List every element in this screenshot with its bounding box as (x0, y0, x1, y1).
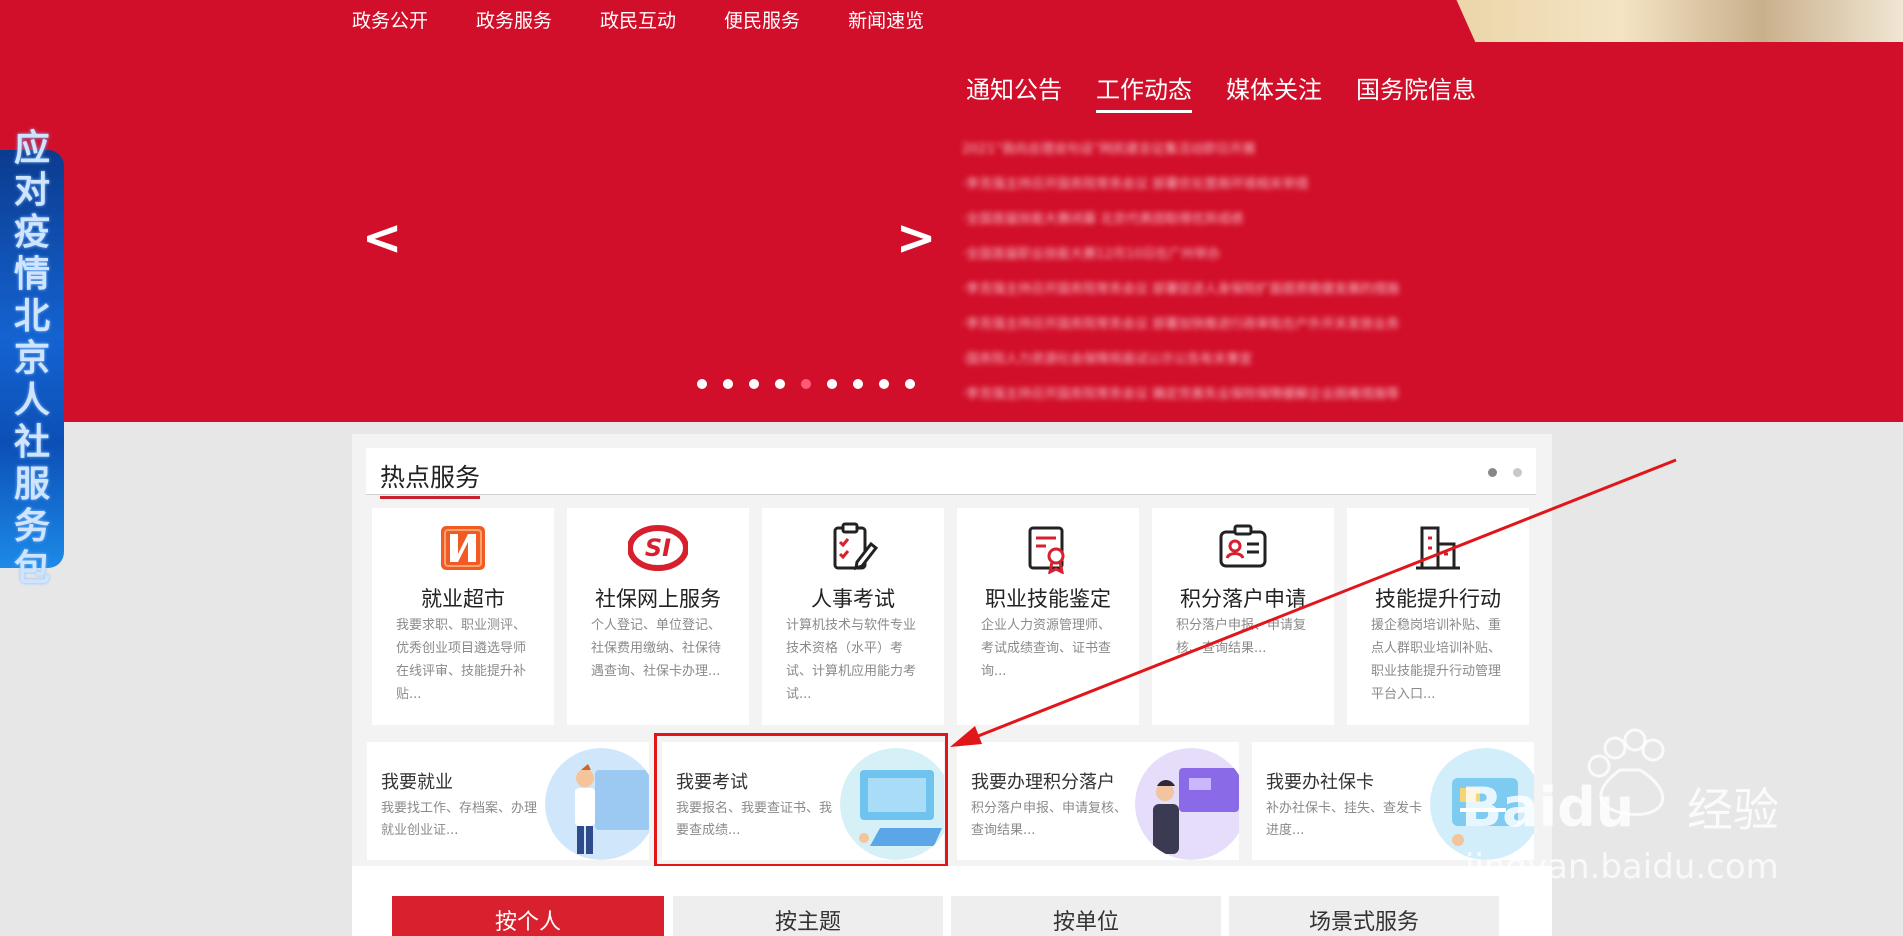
news-item[interactable]: ·国务院人力资源社会保障局面试公示公告有关事宜 (962, 342, 1482, 377)
card-title: 积分落户申请 (1180, 587, 1306, 611)
nav-item-gov-services[interactable]: 政务服务 (476, 6, 552, 33)
quick-desc: 补办社保卡、挂失、查发卡进度... (1266, 801, 1423, 838)
header-photo (1456, 0, 1903, 42)
carousel-dot[interactable] (775, 379, 785, 389)
card-desc: 计算机技术与软件专业技术资格（水平）考试、计算机应用能力考试... (786, 618, 917, 702)
quick-link-employment[interactable]: 我要就业 我要找工作、存档案、办理就业创业证... (367, 742, 649, 860)
badge-char: 包 (13, 548, 50, 589)
card-title: 人事考试 (811, 587, 895, 611)
carousel-prev-button[interactable]: < (362, 210, 402, 266)
top-navigation: 政务公开 政务服务 政民互动 便民服务 新闻速览 (352, 6, 924, 33)
covid-service-badge[interactable]: 应 对 疫 情 北 京 人 社 服 务 包 (0, 131, 64, 587)
carousel-dot[interactable] (749, 379, 759, 389)
hot-services-header: 热点服务 (366, 448, 1536, 499)
presenter-illustration-icon (1135, 748, 1239, 860)
carousel-dots (697, 379, 915, 389)
building-icon (1416, 526, 1460, 570)
watermark-brand-text: Baidu (1461, 776, 1634, 839)
watermark-cn-text: 经验 (1687, 783, 1779, 837)
quick-title: 我要办理积分落户 (971, 772, 1115, 793)
news-item[interactable]: ·全国首届技能大赛闭幕 北京代表团取得优异成绩 (962, 202, 1482, 237)
baidu-watermark-logo: Baidu 经验 jingyan.baidu.com (1461, 728, 1779, 887)
card-desc: 援企稳岗培训补贴、重点人群职业培训补贴、职业技能提升行动管理平台入口... (1371, 618, 1502, 702)
tab-work-updates[interactable]: 工作动态 (1096, 70, 1192, 113)
carousel-dot[interactable] (827, 379, 837, 389)
news-tabs: 通知公告 工作动态 媒体关注 国务院信息 (966, 70, 1476, 113)
social-insurance-logo-icon: SI (628, 525, 688, 571)
tab-by-individual[interactable]: 按个人 (392, 896, 664, 936)
badge-char: 疫 (13, 212, 50, 253)
service-card-job-market[interactable]: 就业超市 我要求职、职业测评、优秀创业项目遴选导师在线评审、技能提升补贴... (372, 508, 554, 725)
job-market-icon (441, 526, 485, 570)
badge-char: 务 (13, 506, 50, 547)
tab-notices[interactable]: 通知公告 (966, 70, 1062, 113)
hot-services-pager (1488, 468, 1522, 477)
card-title: 职业技能鉴定 (985, 587, 1111, 611)
quick-desc: 我要找工作、存档案、办理就业创业证... (381, 801, 538, 838)
carousel-dot[interactable] (905, 379, 915, 389)
badge-char: 人 (13, 380, 50, 421)
card-desc: 企业人力资源管理师、考试成绩查询、证书查询... (981, 618, 1112, 679)
nav-item-interaction[interactable]: 政民互动 (600, 6, 676, 33)
service-card-personnel-exam[interactable]: 人事考试 计算机技术与软件专业技术资格（水平）考试、计算机应用能力考试... (762, 508, 944, 725)
service-card-social-insurance[interactable]: SI 社保网上服务 个人登记、单位登记、社保费用缴纳、社保待遇查询、社保卡办理.… (567, 508, 749, 725)
id-card-icon (1219, 524, 1267, 568)
watermark-url-text: jingyan.baidu.com (1464, 847, 1779, 887)
carousel-dot[interactable] (879, 379, 889, 389)
badge-char: 服 (13, 464, 50, 505)
carousel-dot[interactable] (697, 379, 707, 389)
tab-scenario-services[interactable]: 场景式服务 (1229, 896, 1499, 936)
tab-state-council[interactable]: 国务院信息 (1356, 70, 1476, 113)
news-item[interactable]: 2021“我向总理说句话”网民建言征集活动即日开展 (962, 132, 1482, 167)
pager-dot-active[interactable] (1488, 468, 1497, 477)
hot-services-title: 热点服务 (380, 458, 481, 499)
quick-title: 我要就业 (381, 772, 453, 793)
badge-char: 京 (13, 338, 50, 379)
annotation-highlight-box (654, 733, 948, 867)
card-title: 技能提升行动 (1375, 587, 1501, 611)
nav-item-open-gov[interactable]: 政务公开 (352, 6, 428, 33)
badge-char: 应 (13, 128, 50, 169)
tab-media[interactable]: 媒体关注 (1226, 70, 1322, 113)
tab-by-topic[interactable]: 按主题 (673, 896, 943, 936)
tab-by-employer[interactable]: 按单位 (951, 896, 1221, 936)
carousel-dot[interactable] (853, 379, 863, 389)
certificate-icon (1028, 526, 1065, 574)
news-item[interactable]: ·全国首届职业技能大赛12月10日在广州举办 (962, 237, 1482, 272)
news-item[interactable]: ·李克强主持召开国务院常务会议 部署加快推进行政审批在户外开关发放业务 (962, 307, 1482, 342)
badge-char: 社 (13, 422, 50, 463)
news-item[interactable]: ·李克强主持召开国务院常务会议 部署促进人身保险扩面提质稳健发展的措施 (962, 272, 1482, 307)
service-card-skill-upgrade[interactable]: 技能提升行动 援企稳岗培训补贴、重点人群职业培训补贴、职业技能提升行动管理平台入… (1347, 508, 1529, 725)
card-desc: 我要求职、职业测评、优秀创业项目遴选导师在线评审、技能提升补贴... (396, 618, 527, 702)
badge-char: 对 (13, 170, 50, 211)
quick-desc: 积分落户申报、申请复核、查询结果... (971, 801, 1128, 838)
carousel-dot-active[interactable] (801, 379, 811, 389)
svg-text:SI: SI (645, 534, 671, 562)
card-title: 就业超市 (421, 587, 505, 611)
businessman-illustration-icon (545, 748, 649, 860)
nav-item-news[interactable]: 新闻速览 (848, 6, 924, 33)
card-desc: 个人登记、单位登记、社保费用缴纳、社保待遇查询、社保卡办理... (591, 618, 722, 679)
card-desc: 积分落户申报、申请复核、查询结果... (1176, 618, 1307, 656)
badge-char: 北 (13, 296, 50, 337)
nav-item-public-services[interactable]: 便民服务 (724, 6, 800, 33)
news-list: 2021“我向总理说句话”网民建言征集活动即日开展 ·李克强主持召开国务院常务会… (962, 132, 1482, 412)
badge-char: 情 (13, 254, 50, 295)
carousel-dot[interactable] (723, 379, 733, 389)
service-card-points-settlement[interactable]: 积分落户申请 积分落户申报、申请复核、查询结果... (1152, 508, 1334, 725)
carousel-next-button[interactable]: > (896, 210, 936, 266)
news-item[interactable]: ·李克强主持召开国务院常务会议 部署优化营商环境相关举措 (962, 167, 1482, 202)
clipboard-pen-icon (833, 522, 879, 571)
card-title: 社保网上服务 (595, 587, 721, 611)
service-card-skill-appraisal[interactable]: 职业技能鉴定 企业人力资源管理师、考试成绩查询、证书查询... (957, 508, 1139, 725)
hero-banner (0, 0, 1903, 422)
quick-title: 我要办社保卡 (1266, 772, 1374, 793)
quick-link-points-settlement[interactable]: 我要办理积分落户 积分落户申报、申请复核、查询结果... (957, 742, 1239, 860)
news-item[interactable]: ·李克强主持召开国务院常务会议 确定完善失业保险保障缓解企业困难措施等 (962, 377, 1482, 412)
pager-dot[interactable] (1513, 468, 1522, 477)
